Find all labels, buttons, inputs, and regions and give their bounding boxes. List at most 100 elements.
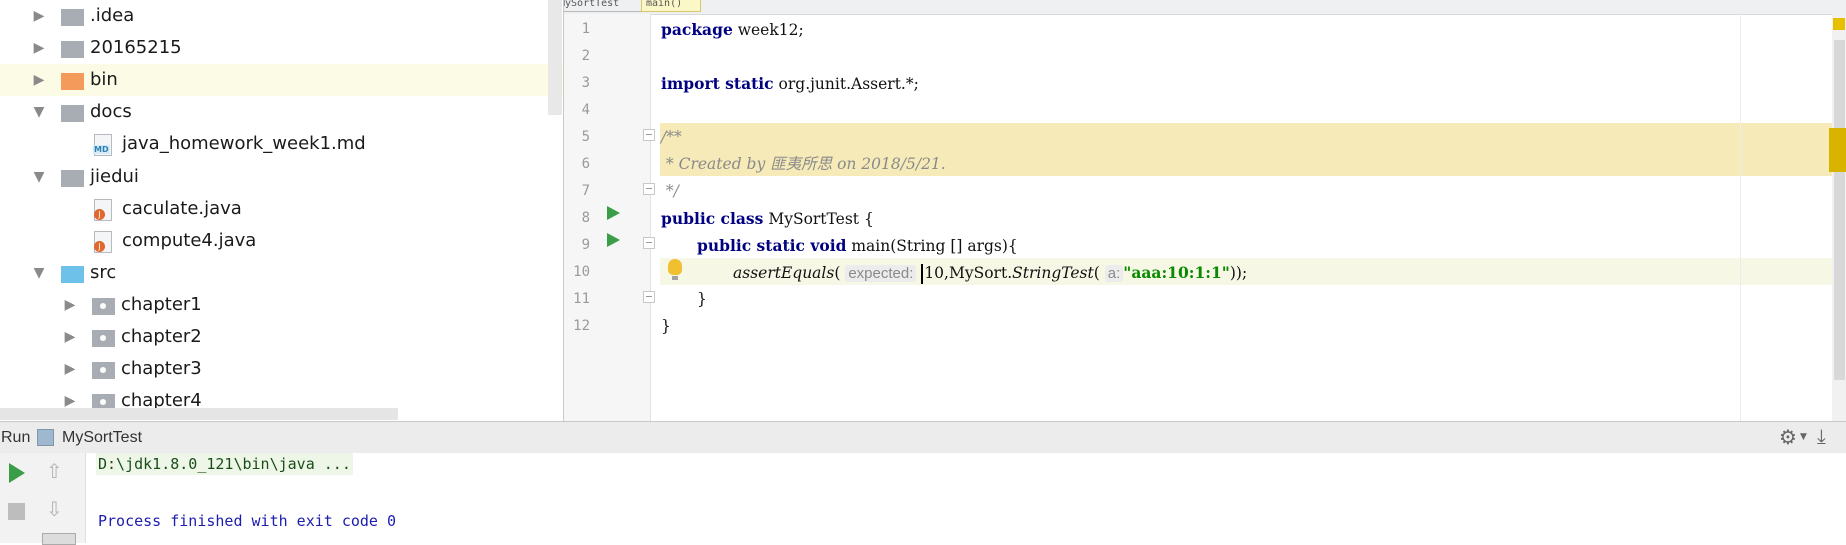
package-icon (92, 362, 115, 380)
code-line-10: assertEquals( expected: 10,MySort.String… (733, 259, 1247, 286)
tree-item-label: src (90, 261, 117, 283)
console-exit-message: Process finished with exit code 0 (98, 512, 397, 530)
run-main-icon[interactable] (607, 233, 620, 247)
parameter-hint-expected: expected: (845, 265, 917, 282)
file-type-badge: J (94, 240, 105, 252)
tree-item-label: java_homework_week1.md (122, 133, 366, 155)
project-tree: ▶ .idea ▶ 20165215 ▶ bin ▼ docs MD java_homework_… (0, 0, 564, 421)
code-line-11: } (697, 290, 707, 308)
line-number: 7 (581, 183, 590, 199)
tree-item[interactable]: ▶ bin (0, 64, 563, 97)
tree-item-label: chapter1 (121, 293, 202, 315)
code-line-9: public static void main(String [] args){ (697, 232, 1018, 259)
code-line-5: /** (661, 128, 682, 146)
lightbulb-icon[interactable] (668, 259, 682, 280)
tree-item-label: caculate.java (122, 197, 242, 219)
file-type-badge: J (94, 208, 105, 220)
tree-item[interactable]: MD java_homework_week1.md (0, 128, 563, 160)
run-tool-label[interactable]: Run (1, 422, 30, 453)
folder-icon (61, 9, 84, 26)
code-line-7: */ (661, 182, 679, 200)
folder-icon (61, 41, 84, 59)
tree-item[interactable]: Jcompute4.java (0, 225, 563, 257)
tree-item[interactable]: ▶ chapter1 (0, 289, 563, 321)
tree-item-label: docs (90, 101, 132, 123)
chevron-down-icon[interactable]: ▼ (28, 257, 50, 289)
chevron-down-icon[interactable]: ▼ (28, 96, 50, 128)
stop-icon[interactable] (8, 503, 25, 520)
keyword: public class (661, 209, 764, 228)
tree-item[interactable]: ▶ 20165215 (0, 32, 563, 64)
arrow-down-icon[interactable]: ⇩ (46, 497, 63, 521)
folder-icon (61, 169, 84, 187)
markdown-file-icon: MD (93, 134, 112, 157)
tree-item[interactable]: ▶ .idea (0, 0, 563, 32)
chevron-right-icon[interactable]: ▶ (59, 321, 81, 353)
chevron-right-icon[interactable]: ▶ (59, 289, 81, 321)
warning-status-icon[interactable] (1833, 18, 1845, 30)
tree-vertical-scrollbar[interactable] (548, 0, 562, 115)
chevron-down-icon[interactable]: ▼ (1800, 432, 1807, 442)
line-number: 5 (581, 129, 590, 145)
tree-item-label: compute4.java (122, 229, 257, 251)
line-number: 8 (581, 210, 590, 226)
code-line-8: public class MySortTest { (661, 205, 874, 232)
method-call: assertEquals (733, 264, 835, 282)
line-number: 10 (573, 264, 590, 280)
file-type-badge: MD (93, 145, 110, 155)
excluded-folder-icon (61, 73, 84, 91)
tree-item[interactable]: ▼ docs (0, 96, 563, 128)
editor-breadcrumb-strip: MySortTest main() (564, 0, 1846, 15)
run-tab-mysorttest[interactable]: MySortTest (62, 422, 142, 453)
rerun-icon[interactable] (9, 463, 25, 483)
line-number: 4 (581, 102, 590, 118)
editor-vertical-scrollbar[interactable] (1834, 40, 1845, 380)
code-text: week12; (732, 21, 804, 39)
code-text: MySortTest { (763, 210, 874, 228)
fold-method-start-icon[interactable] (643, 237, 655, 249)
chevron-right-icon[interactable]: ▶ (28, 0, 50, 32)
tree-item[interactable]: ▼ jiedui (0, 161, 563, 193)
highlight-stripe-marker[interactable] (1829, 128, 1846, 172)
tree-item[interactable]: ▼ src (0, 257, 563, 289)
chevron-right-icon[interactable]: ▶ (59, 353, 81, 385)
hide-panel-icon[interactable]: ⤓ (1817, 425, 1826, 447)
tree-item[interactable]: ▶ chapter2 (0, 321, 563, 353)
breadcrumb-method[interactable]: main() (641, 0, 701, 12)
tree-item-label: .idea (90, 5, 135, 26)
soft-wrap-icon[interactable] (42, 533, 76, 545)
code-line-3: import static org.junit.Assert.*; (661, 70, 919, 97)
chevron-right-icon[interactable]: ▶ (28, 64, 50, 96)
arrow-up-icon[interactable]: ⇧ (46, 459, 63, 483)
tree-item-label: chapter2 (121, 326, 202, 347)
code-text: ( (1093, 264, 1105, 282)
package-icon (92, 297, 115, 315)
right-margin-guide (1740, 14, 1741, 421)
breadcrumb-class[interactable]: MySortTest (564, 0, 646, 12)
code-line-1: package week12; (661, 16, 804, 43)
fold-method-end-icon[interactable] (643, 291, 655, 303)
chevron-right-icon[interactable]: ▶ (28, 32, 50, 64)
code-text: ( (834, 264, 846, 282)
chevron-down-icon[interactable]: ▼ (28, 161, 50, 193)
tree-item[interactable]: Jcaculate.java (0, 193, 563, 225)
fold-comment-start-icon[interactable] (643, 129, 655, 141)
text-caret (921, 264, 924, 284)
run-toolbar: ⇧ ⇩ (0, 453, 86, 545)
line-number: 1 (581, 21, 590, 37)
folder-icon (61, 105, 84, 123)
run-panel-header: Run MySortTest ⚙ ▼ ⤓ (0, 421, 1846, 454)
code-line-6: * Created by 匪夷所思 on 2018/5/21. (661, 155, 946, 173)
fold-comment-end-icon[interactable] (643, 183, 655, 195)
console-command-line: D:\jdk1.8.0_121\bin\java ... (96, 453, 353, 475)
tree-horizontal-scrollbar[interactable] (0, 408, 398, 420)
run-config-icon (37, 429, 54, 446)
editor-gutter: 1 2 3 4 5 6 7 8 9 10 11 12 (564, 14, 655, 421)
run-class-icon[interactable] (607, 206, 620, 220)
java-file-icon: J (94, 198, 112, 221)
tree-item[interactable]: ▶ chapter3 (0, 353, 563, 385)
settings-gear-icon[interactable]: ⚙ (1779, 426, 1797, 448)
package-icon (92, 330, 115, 347)
code-editor[interactable]: MySortTest main() 1 2 3 4 5 6 7 8 9 10 11 12 packag… (564, 0, 1846, 421)
tree-item-label: chapter3 (121, 358, 202, 380)
